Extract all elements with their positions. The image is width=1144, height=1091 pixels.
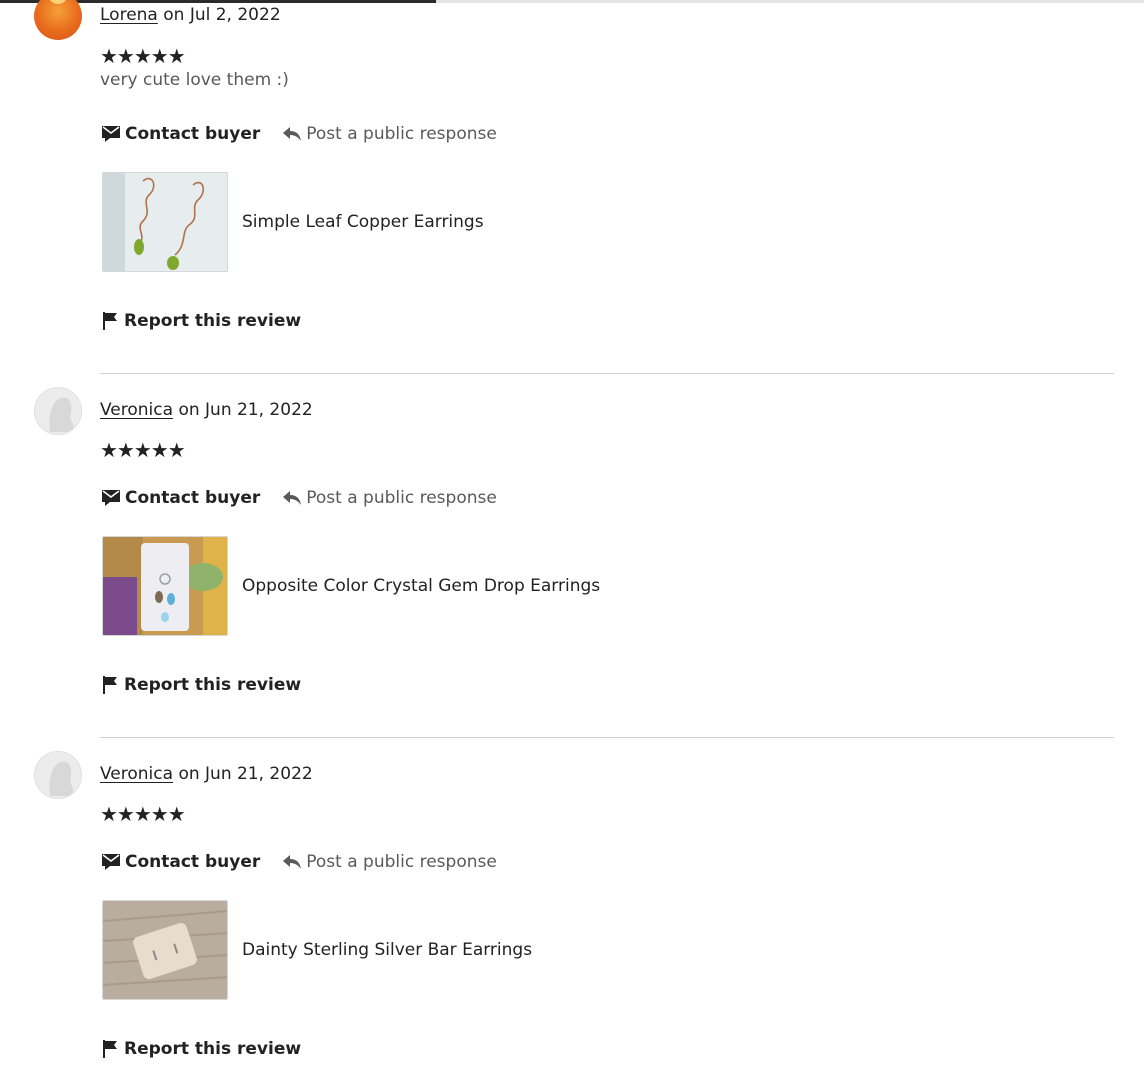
reviewer-name-link[interactable]: Veronica (100, 400, 173, 420)
flag-icon (103, 312, 117, 330)
review-divider (100, 373, 1114, 374)
product-thumbnail[interactable] (102, 536, 228, 636)
review-meta: Veronica on Jun 21, 2022 (100, 400, 313, 420)
product-thumbnail[interactable] (102, 172, 228, 272)
default-avatar-icon (49, 397, 73, 432)
review-actions: Contact buyer Post a public response (101, 486, 497, 510)
product-title[interactable]: Dainty Sterling Silver Bar Earrings (242, 940, 532, 960)
star-rating: ★★★★★ (100, 44, 186, 68)
page-progress-bar (0, 0, 1144, 3)
flag-icon (103, 1040, 117, 1058)
report-review-button[interactable]: Report this review (102, 1039, 301, 1059)
review-actions: Contact buyer Post a public response (101, 122, 497, 146)
reviewed-product[interactable]: Simple Leaf Copper Earrings (102, 171, 484, 273)
contact-buyer-button[interactable]: Contact buyer (101, 488, 260, 508)
report-review-button[interactable]: Report this review (102, 675, 301, 695)
reviewer-avatar[interactable] (34, 387, 82, 435)
message-icon (102, 490, 120, 506)
report-review-button[interactable]: Report this review (102, 311, 301, 331)
reviewer-avatar[interactable] (34, 751, 82, 799)
reviewer-avatar[interactable] (34, 0, 82, 40)
reply-icon (283, 855, 302, 869)
star-rating: ★★★★★ (100, 802, 186, 826)
reply-icon (283, 491, 302, 505)
review-actions: Contact buyer Post a public response (101, 850, 497, 874)
contact-buyer-label: Contact buyer (125, 124, 261, 144)
post-public-response-button[interactable]: Post a public response (282, 124, 497, 144)
post-public-response-button[interactable]: Post a public response (282, 852, 497, 872)
review-date: on Jul 2, 2022 (157, 5, 281, 25)
message-icon (102, 126, 120, 142)
reviewed-product[interactable]: Opposite Color Crystal Gem Drop Earrings (102, 535, 600, 637)
post-public-response-label: Post a public response (306, 124, 497, 144)
contact-buyer-label: Contact buyer (125, 488, 261, 508)
review-date: on Jun 21, 2022 (173, 400, 313, 420)
flag-icon (103, 676, 117, 694)
contact-buyer-button[interactable]: Contact buyer (101, 852, 260, 872)
review-text: very cute love them :) (100, 70, 289, 90)
report-review-label: Report this review (124, 311, 302, 331)
post-public-response-button[interactable]: Post a public response (282, 488, 497, 508)
post-public-response-label: Post a public response (306, 852, 497, 872)
product-thumbnail[interactable] (102, 900, 228, 1000)
star-rating: ★★★★★ (100, 438, 186, 462)
contact-buyer-button[interactable]: Contact buyer (101, 124, 260, 144)
review-date: on Jun 21, 2022 (173, 764, 313, 784)
reviewer-name-link[interactable]: Lorena (100, 5, 158, 25)
reviewed-product[interactable]: Dainty Sterling Silver Bar Earrings (102, 899, 532, 1001)
product-title[interactable]: Simple Leaf Copper Earrings (242, 212, 484, 232)
review-divider (100, 737, 1114, 738)
product-title[interactable]: Opposite Color Crystal Gem Drop Earrings (242, 576, 600, 596)
message-icon (102, 854, 120, 870)
reply-icon (283, 127, 302, 141)
default-avatar-icon (49, 761, 73, 796)
post-public-response-label: Post a public response (306, 488, 497, 508)
contact-buyer-label: Contact buyer (125, 852, 261, 872)
review-meta: Lorena on Jul 2, 2022 (100, 5, 281, 25)
report-review-label: Report this review (124, 1039, 302, 1059)
review-meta: Veronica on Jun 21, 2022 (100, 764, 313, 784)
report-review-label: Report this review (124, 675, 302, 695)
reviewer-name-link[interactable]: Veronica (100, 764, 173, 784)
